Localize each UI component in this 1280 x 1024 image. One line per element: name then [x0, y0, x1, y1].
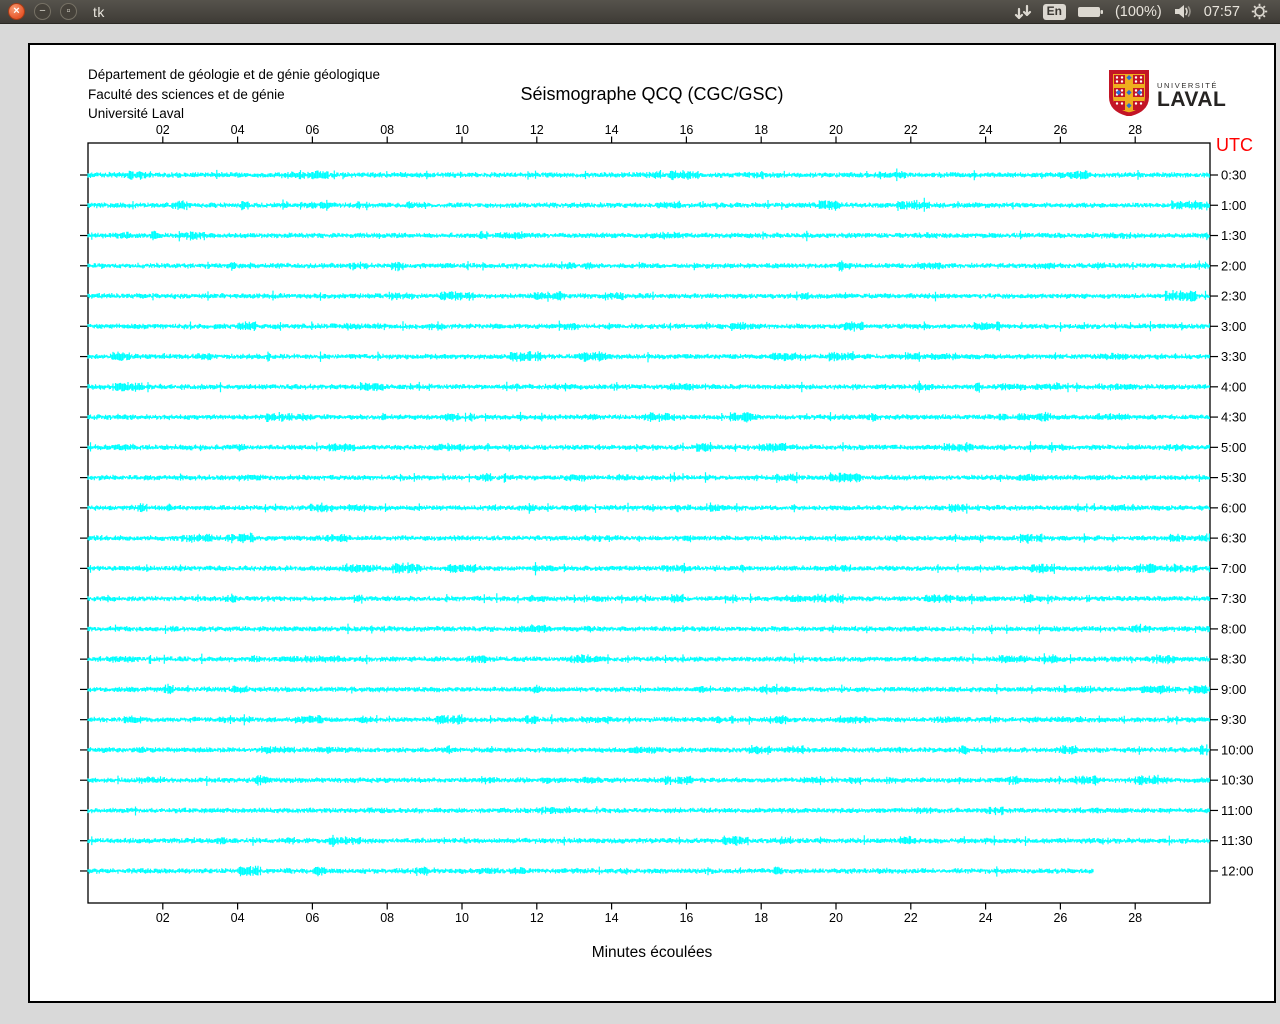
- svg-text:5:00: 5:00: [1221, 440, 1246, 455]
- svg-text:04: 04: [231, 123, 245, 137]
- svg-text:8:30: 8:30: [1221, 652, 1246, 667]
- svg-text:4:00: 4:00: [1221, 379, 1246, 394]
- svg-text:6:00: 6:00: [1221, 500, 1246, 515]
- network-arrows-icon[interactable]: [1014, 4, 1032, 20]
- svg-text:28: 28: [1128, 123, 1142, 137]
- svg-text:3:00: 3:00: [1221, 319, 1246, 334]
- svg-text:12: 12: [530, 911, 544, 925]
- utc-axis-label: UTC: [1216, 135, 1253, 155]
- svg-text:20: 20: [829, 123, 843, 137]
- svg-text:4:30: 4:30: [1221, 410, 1246, 425]
- maximize-button[interactable]: ▫: [60, 3, 77, 20]
- svg-text:3:30: 3:30: [1221, 349, 1246, 364]
- window-controls: × − ▫: [0, 3, 77, 20]
- session-gear-icon[interactable]: [1251, 3, 1268, 20]
- battery-percentage[interactable]: (100%): [1115, 4, 1162, 20]
- svg-text:10: 10: [455, 123, 469, 137]
- svg-text:10:00: 10:00: [1221, 742, 1254, 757]
- svg-text:10: 10: [455, 911, 469, 925]
- svg-text:26: 26: [1053, 123, 1067, 137]
- svg-text:26: 26: [1053, 911, 1067, 925]
- svg-text:12: 12: [530, 123, 544, 137]
- svg-text:18: 18: [754, 911, 768, 925]
- svg-text:14: 14: [605, 123, 619, 137]
- close-button[interactable]: ×: [8, 3, 25, 20]
- svg-text:06: 06: [305, 911, 319, 925]
- svg-text:7:30: 7:30: [1221, 591, 1246, 606]
- maximize-icon: ▫: [66, 5, 71, 17]
- svg-text:12:00: 12:00: [1221, 863, 1254, 878]
- window-title: tk: [93, 3, 105, 20]
- battery-icon[interactable]: [1077, 5, 1104, 19]
- svg-text:7:00: 7:00: [1221, 561, 1246, 576]
- svg-text:22: 22: [904, 123, 918, 137]
- svg-text:2:30: 2:30: [1221, 289, 1246, 304]
- keyboard-layout-indicator[interactable]: En: [1042, 3, 1066, 20]
- svg-text:22: 22: [904, 911, 918, 925]
- svg-text:5:30: 5:30: [1221, 470, 1246, 485]
- svg-text:18: 18: [754, 123, 768, 137]
- svg-text:06: 06: [305, 123, 319, 137]
- svg-text:10:30: 10:30: [1221, 773, 1254, 788]
- svg-text:02: 02: [156, 123, 170, 137]
- svg-text:11:00: 11:00: [1221, 803, 1253, 818]
- svg-text:24: 24: [979, 911, 993, 925]
- svg-text:2:00: 2:00: [1221, 258, 1246, 273]
- svg-text:08: 08: [380, 911, 394, 925]
- close-icon: ×: [13, 5, 20, 17]
- svg-text:0:30: 0:30: [1221, 168, 1246, 183]
- window-titlebar: × − ▫ tk En (100%) 07:57: [0, 0, 1280, 24]
- svg-text:02: 02: [156, 911, 170, 925]
- seismograph-canvas: Département de géologie et de génie géol…: [28, 43, 1276, 1003]
- volume-icon[interactable]: [1173, 4, 1193, 19]
- svg-text:24: 24: [979, 123, 993, 137]
- seismograph-plot: 02 02 04 04 06 06 08 08 10 10 12 12 14 14 16 16 18 18 20 20…: [80, 123, 1254, 925]
- svg-text:28: 28: [1128, 911, 1142, 925]
- svg-text:1:00: 1:00: [1221, 198, 1246, 213]
- svg-text:04: 04: [231, 911, 245, 925]
- svg-text:9:30: 9:30: [1221, 712, 1246, 727]
- minimize-icon: −: [39, 5, 46, 17]
- svg-text:6:30: 6:30: [1221, 531, 1246, 546]
- svg-text:9:00: 9:00: [1221, 682, 1246, 697]
- svg-text:8:00: 8:00: [1221, 621, 1246, 636]
- svg-text:11:30: 11:30: [1221, 833, 1253, 848]
- system-tray: En (100%) 07:57: [1014, 3, 1280, 20]
- svg-text:16: 16: [679, 911, 693, 925]
- svg-text:16: 16: [679, 123, 693, 137]
- minimize-button[interactable]: −: [34, 3, 51, 20]
- x-axis-label: Minutes écoulées: [591, 944, 713, 961]
- svg-text:08: 08: [380, 123, 394, 137]
- svg-text:1:30: 1:30: [1221, 228, 1246, 243]
- svg-text:14: 14: [605, 911, 619, 925]
- svg-text:20: 20: [829, 911, 843, 925]
- clock[interactable]: 07:57: [1204, 4, 1240, 20]
